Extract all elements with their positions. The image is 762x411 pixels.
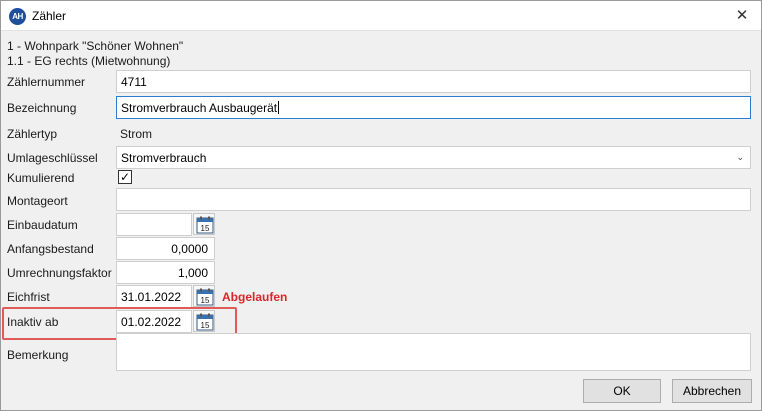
einbaudatum-input[interactable] [116, 213, 192, 236]
bemerkung-textarea[interactable] [116, 333, 751, 371]
inaktiv-ab-calendar-button[interactable]: 15 [193, 310, 215, 332]
umlageschluessel-value: Stromverbrauch [121, 151, 207, 165]
bezeichnung-value: Stromverbrauch Ausbaugerät [121, 101, 278, 115]
bemerkung-label: Bemerkung [7, 348, 69, 362]
property-info: 1 - Wohnpark "Schöner Wohnen" [7, 39, 184, 53]
anfangsbestand-input[interactable]: 0,0000 [116, 237, 215, 260]
chevron-down-icon: ⌄ [736, 152, 744, 162]
inaktiv-ab-input[interactable]: 01.02.2022 [116, 310, 192, 333]
text-cursor [278, 101, 280, 114]
umlageschluessel-select[interactable]: Stromverbrauch ⌄ [116, 146, 751, 169]
kumulierend-label: Kumulierend [7, 171, 75, 185]
calendar-icon: 15 [196, 313, 214, 331]
calendar-day: 15 [201, 321, 210, 330]
window-title: Zähler [32, 9, 67, 23]
einbaudatum-calendar-button[interactable]: 15 [193, 213, 215, 235]
umlageschluessel-label: Umlageschlüssel [7, 151, 98, 165]
calendar-day: 15 [201, 224, 210, 233]
calendar-day: 15 [201, 296, 210, 305]
ok-button[interactable]: OK [583, 379, 661, 403]
eichfrist-label: Eichfrist [7, 290, 50, 304]
eichfrist-status-badge: Abgelaufen [222, 290, 288, 304]
zaehlertyp-value: Strom [120, 127, 153, 141]
umrechnungsfaktor-label: Umrechnungsfaktor [7, 266, 112, 280]
checkmark-icon: ✓ [119, 170, 131, 184]
inaktiv-ab-label: Inaktiv ab [7, 315, 59, 329]
eichfrist-calendar-button[interactable]: 15 [193, 285, 215, 307]
zaehlertyp-label: Zählertyp [7, 127, 58, 141]
bezeichnung-label: Bezeichnung [7, 101, 77, 115]
montageort-input[interactable] [116, 188, 751, 211]
calendar-icon: 15 [196, 288, 214, 306]
zaehlernummer-label: Zählernummer [7, 75, 86, 89]
anfangsbestand-label: Anfangsbestand [7, 242, 94, 256]
close-button[interactable]: ✕ [729, 4, 755, 28]
calendar-icon: 15 [196, 216, 214, 234]
montageort-label: Montageort [7, 194, 68, 208]
einbaudatum-label: Einbaudatum [7, 218, 78, 232]
meter-dialog: AH Zähler ✕ 1 - Wohnpark "Schöner Wohnen… [0, 0, 762, 411]
eichfrist-input[interactable]: 31.01.2022 [116, 285, 192, 308]
zaehlernummer-input[interactable]: 4711 [116, 70, 751, 93]
unit-info: 1.1 - EG rechts (Mietwohnung) [7, 54, 171, 68]
cancel-button[interactable]: Abbrechen [672, 379, 752, 403]
title-bar: AH Zähler ✕ [1, 1, 761, 31]
umrechnungsfaktor-input[interactable]: 1,000 [116, 261, 215, 284]
bezeichnung-input[interactable]: Stromverbrauch Ausbaugerät [116, 96, 751, 119]
kumulierend-checkbox[interactable]: ✓ [118, 170, 132, 184]
app-logo-icon: AH [9, 8, 26, 25]
close-icon: ✕ [735, 7, 749, 24]
